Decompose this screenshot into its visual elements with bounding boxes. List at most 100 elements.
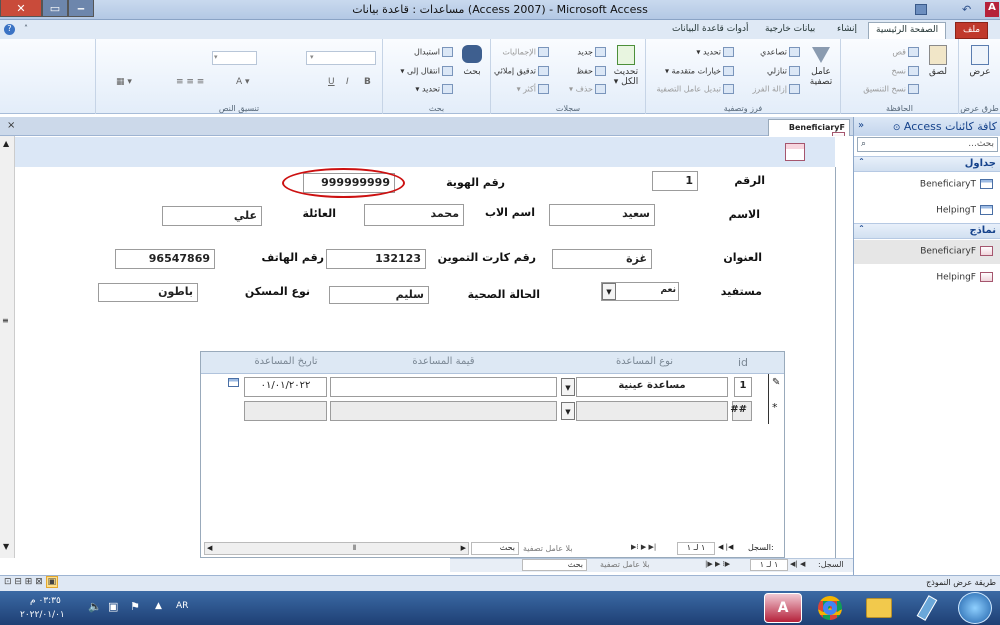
subform-id-cell[interactable]: 1 [734, 377, 752, 397]
number-field[interactable]: 1 [652, 171, 698, 191]
bold-button[interactable]: B [364, 77, 371, 87]
subform-type-cell[interactable]: مساعدة عينية [576, 377, 728, 397]
address-field[interactable]: غزة [552, 249, 652, 269]
more-button[interactable]: أكثر ▾ [493, 84, 549, 94]
save-record-button[interactable]: حفظ [551, 66, 606, 76]
clock-date[interactable]: ٢٠٢٢/٠١/٠١ [20, 610, 65, 620]
nav-item-beneficiaryt[interactable]: BeneficiaryT [854, 173, 1000, 197]
scroll-right-arrow[interactable]: ▶ [461, 544, 466, 552]
select-button[interactable]: تحديد ▾ [387, 84, 453, 94]
nav-group-tables[interactable]: ˆ جداول [854, 156, 1000, 172]
beneficiary-dropdown-arrow[interactable]: ▼ [602, 283, 616, 300]
maximize-button[interactable]: ▭ [42, 0, 68, 17]
column-header-date[interactable]: تاريخ المساعدة [241, 356, 331, 367]
font-name-select[interactable]: ▾ [212, 51, 257, 65]
toggle-filter-button[interactable]: تبديل عامل التصفية [648, 84, 734, 94]
help-icon[interactable]: ? [4, 24, 15, 35]
qat-undo-icon[interactable]: ↶ [962, 3, 971, 16]
close-button[interactable]: ✕ [0, 0, 42, 17]
father-name-field[interactable]: محمد [364, 204, 464, 226]
subform-nav-first[interactable]: ◀ |◀ [718, 543, 733, 551]
nav-menu-icon[interactable]: ⊙ [893, 123, 901, 133]
subform-date-cell[interactable]: ٠١/٠١/٢٠٢٢ [244, 377, 327, 397]
subform-value-cell[interactable] [330, 377, 557, 397]
show-hidden-icons[interactable]: ▲ [155, 601, 162, 611]
new-type-dropdown-arrow[interactable]: ▼ [561, 402, 575, 420]
form-view-icon[interactable]: ▣ [45, 576, 59, 588]
close-document-icon[interactable]: × [7, 120, 15, 131]
type-dropdown-arrow[interactable]: ▼ [561, 378, 575, 396]
italic-button[interactable]: I [346, 77, 349, 87]
copy-button[interactable]: نسخ [861, 66, 919, 76]
flag-icon[interactable]: ⚑ [130, 600, 140, 613]
view-button[interactable]: عرض [961, 45, 999, 77]
nav-pane-header[interactable]: « كافة كائنات Access ⊙ [854, 117, 1000, 136]
subform-new-id-cell[interactable]: ## [730, 401, 752, 421]
volume-icon[interactable]: 🔈 [88, 600, 102, 613]
ribbon-minimize-icon[interactable]: ˄ [24, 24, 28, 33]
health-status-field[interactable]: سليم [329, 286, 429, 304]
ration-card-field[interactable]: 132123 [326, 249, 426, 269]
view-switcher-icons[interactable]: ⊡ ⊟ ⊞ ⊠ ▣ [4, 576, 59, 588]
scroll-up-arrow[interactable]: ▲ [3, 139, 9, 148]
tab-home[interactable]: الصفحة الرئيسية [868, 22, 947, 39]
main-nav-first[interactable]: ◀ |◀ [790, 560, 805, 568]
tab-create[interactable]: إنشاء [830, 22, 864, 39]
nav-item-helpingf[interactable]: HelpingF [854, 266, 1000, 290]
subform-horizontal-scrollbar[interactable]: ◀ ⦀ ▶ [204, 542, 469, 555]
language-indicator[interactable]: AR [176, 601, 188, 611]
selection-button[interactable]: تحديد ▾ [648, 47, 734, 57]
record-selector-edit-icon[interactable]: ✎ [772, 377, 780, 388]
scroll-thumb[interactable]: ≡ [2, 316, 9, 325]
cut-button[interactable]: قص [861, 47, 919, 57]
goto-button[interactable]: انتقال إلى ▾ [387, 66, 453, 76]
nav-group-forms[interactable]: ˆ نماذج [854, 223, 1000, 239]
tab-beneficiaryf[interactable]: BeneficiaryF [768, 119, 850, 142]
font-size-select[interactable]: ▾ [306, 51, 376, 65]
underline-button[interactable]: U [328, 77, 335, 87]
main-nav-next[interactable]: ▶⁞ ▶ ▶| [705, 560, 730, 568]
access-app-icon[interactable]: A [985, 2, 999, 17]
tab-external-data[interactable]: بيانات خارجية [758, 22, 822, 39]
main-search-box[interactable]: بحث [522, 559, 587, 571]
paste-button[interactable]: لصق [921, 45, 955, 77]
minimize-button[interactable]: ‒ [68, 0, 94, 17]
start-button[interactable] [958, 592, 992, 624]
taskbar-explorer-icon[interactable] [860, 593, 898, 623]
ascending-button[interactable]: تصاعدي [738, 47, 800, 57]
delete-record-button[interactable]: حذف ▾ [551, 84, 606, 94]
subform-record-position[interactable]: ١ لـ ١ [677, 542, 715, 555]
vertical-scrollbar[interactable]: ▲ ≡ ▼ [0, 136, 15, 558]
spelling-button[interactable]: تدقيق إملائي [493, 66, 549, 76]
scroll-thumb-h[interactable]: ⦀ [353, 544, 356, 553]
subform-new-value-cell[interactable] [330, 401, 557, 421]
advanced-button[interactable]: خيارات متقدمة ▾ [648, 66, 734, 76]
nav-item-beneficiaryf[interactable]: BeneficiaryF [854, 240, 1000, 264]
column-header-id[interactable]: id [728, 356, 758, 369]
refresh-all-button[interactable]: تحديث الكل ▾ [609, 45, 643, 87]
scroll-down-arrow[interactable]: ▼ [3, 542, 9, 551]
filter-button[interactable]: عامل تصفية [804, 45, 838, 87]
find-button[interactable]: بحث [455, 45, 489, 77]
new-record-button[interactable]: جديد [551, 47, 606, 57]
network-icon[interactable]: ▣ [108, 600, 118, 613]
subform-new-date-cell[interactable] [244, 401, 327, 421]
phone-field[interactable]: 96547869 [115, 249, 215, 269]
taskbar-chrome-icon[interactable] [811, 593, 849, 623]
descending-button[interactable]: تنازلي [738, 66, 800, 76]
tab-database-tools[interactable]: أدوات قاعدة البيانات [665, 22, 756, 39]
housing-type-field[interactable]: باطون [98, 283, 198, 302]
date-picker-icon[interactable] [228, 378, 239, 387]
nav-item-helpingt[interactable]: HelpingT [854, 199, 1000, 223]
family-field[interactable]: علي [162, 206, 262, 226]
subform-new-type-cell[interactable] [576, 401, 728, 421]
nav-search-input[interactable]: ⌕ بحث... [857, 137, 998, 152]
subform-search-box[interactable]: بحث [471, 542, 519, 555]
align-right-icon[interactable]: ≡ ≡ ≡ [176, 77, 204, 87]
scroll-left-arrow[interactable]: ◀ [207, 544, 212, 552]
name-field[interactable]: سعيد [549, 204, 655, 226]
taskbar-access-icon[interactable]: A [764, 593, 802, 623]
totals-button[interactable]: الإجماليات [493, 47, 549, 57]
column-header-type[interactable]: نوع المساعدة [577, 356, 712, 367]
main-record-position[interactable]: ١ لـ ١ [750, 559, 788, 571]
